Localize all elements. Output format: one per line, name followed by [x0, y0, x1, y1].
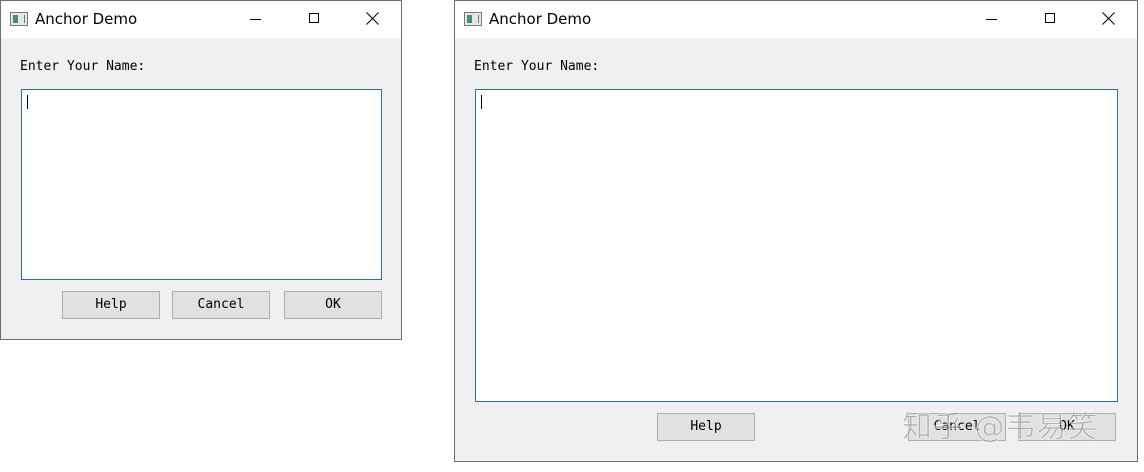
window-title: Anchor Demo	[35, 10, 138, 28]
close-button[interactable]	[1079, 1, 1137, 38]
title-bar[interactable]: Anchor Demo	[1, 1, 401, 38]
help-button[interactable]: Help	[657, 413, 755, 441]
name-input[interactable]	[21, 89, 382, 280]
app-icon	[10, 12, 28, 26]
minimize-button[interactable]	[227, 1, 285, 38]
text-caret	[27, 95, 28, 109]
window-small: Anchor Demo Enter Your Name: Help Cancel…	[0, 0, 402, 340]
app-icon	[464, 12, 482, 26]
cancel-button[interactable]: Cancel	[172, 291, 270, 319]
ok-button[interactable]: OK	[284, 291, 382, 319]
close-icon	[366, 12, 379, 25]
minimize-icon	[986, 19, 997, 20]
maximize-button[interactable]	[1021, 1, 1079, 38]
name-input[interactable]	[475, 89, 1118, 402]
text-caret	[481, 95, 482, 109]
help-button[interactable]: Help	[62, 291, 160, 319]
name-prompt-label: Enter Your Name:	[474, 59, 600, 74]
window-large: Anchor Demo Enter Your Name: Help Cancel…	[454, 0, 1138, 462]
minimize-button[interactable]	[963, 1, 1021, 38]
maximize-icon	[309, 13, 319, 23]
minimize-icon	[250, 19, 261, 20]
title-bar[interactable]: Anchor Demo	[455, 1, 1137, 38]
window-title: Anchor Demo	[489, 10, 592, 28]
close-icon	[1102, 12, 1115, 25]
maximize-icon	[1045, 13, 1055, 23]
watermark: 知乎 @韦易笑	[902, 410, 1099, 446]
name-prompt-label: Enter Your Name:	[20, 59, 146, 74]
maximize-button[interactable]	[285, 1, 343, 38]
close-button[interactable]	[343, 1, 401, 38]
